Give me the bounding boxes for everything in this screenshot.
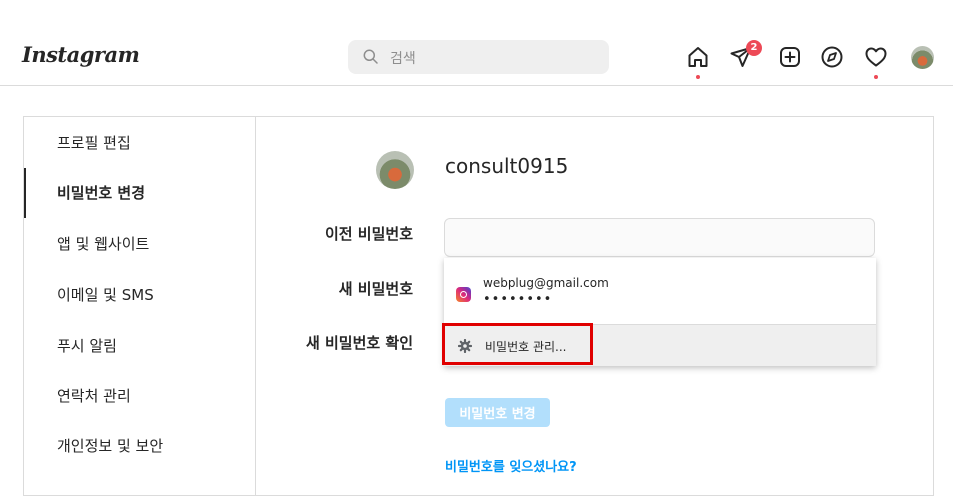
search-input[interactable]: 검색	[390, 48, 416, 68]
sidebar-item-contacts[interactable]: 연락처 관리	[24, 371, 255, 421]
search-box[interactable]: 검색	[348, 40, 609, 74]
sidebar-item-change-password[interactable]: 비밀번호 변경	[24, 168, 255, 218]
avatar	[376, 151, 414, 189]
instagram-logo[interactable]: Instagram	[22, 42, 140, 67]
home-notification-dot	[696, 75, 700, 79]
home-icon[interactable]	[686, 45, 710, 69]
autofill-suggestion[interactable]: webplug@gmail.com ••••••••	[444, 258, 876, 324]
highlight-box	[442, 323, 593, 365]
activity-heart-icon[interactable]	[864, 45, 888, 69]
message-count-badge: 2	[746, 40, 762, 56]
change-password-button[interactable]: 비밀번호 변경	[445, 398, 550, 427]
new-post-icon[interactable]	[778, 45, 802, 69]
old-password-label: 이전 비밀번호	[324, 225, 413, 243]
activity-notification-dot	[874, 75, 878, 79]
forgot-password-link[interactable]: 비밀번호를 잊으셨나요?	[445, 456, 577, 475]
sidebar-item-privacy-security[interactable]: 개인정보 및 보안	[24, 421, 255, 471]
search-icon	[363, 49, 378, 68]
new-password-label: 새 비밀번호	[338, 280, 413, 298]
confirm-password-label: 새 비밀번호 확인	[305, 334, 413, 352]
username: consult0915	[445, 154, 569, 178]
profile-avatar[interactable]	[911, 46, 934, 69]
old-password-field[interactable]	[444, 218, 875, 257]
top-navigation-bar: Instagram 검색 2	[0, 0, 953, 86]
sidebar-item-edit-profile[interactable]: 프로필 편집	[24, 118, 255, 168]
instagram-icon	[456, 287, 471, 302]
settings-card: 프로필 편집 비밀번호 변경 앱 및 웹사이트 이메일 및 SMS 푸시 알림 …	[23, 116, 934, 496]
autofill-masked-password: ••••••••	[483, 292, 553, 307]
explore-icon[interactable]	[820, 45, 844, 69]
autofill-email: webplug@gmail.com	[483, 276, 609, 290]
settings-sidebar: 프로필 편집 비밀번호 변경 앱 및 웹사이트 이메일 및 SMS 푸시 알림 …	[24, 117, 256, 495]
